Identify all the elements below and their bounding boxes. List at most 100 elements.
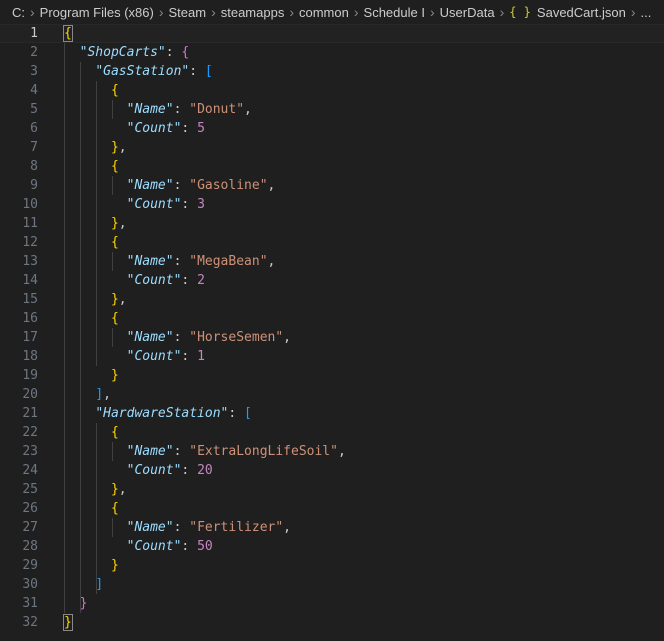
line-number: 19 bbox=[22, 368, 38, 383]
code-text[interactable]: "Name": "HorseSemen", bbox=[64, 328, 291, 347]
code-text[interactable]: "Name": "Gasoline", bbox=[64, 176, 276, 195]
code-text[interactable]: { bbox=[64, 233, 119, 252]
json-number: 50 bbox=[197, 539, 213, 554]
code-text[interactable]: "Count": 5 bbox=[64, 119, 205, 138]
code-line[interactable]: 29 } bbox=[0, 556, 664, 575]
code-text[interactable]: } bbox=[64, 556, 119, 575]
code-text[interactable]: "Name": "ExtraLongLifeSoil", bbox=[64, 442, 346, 461]
code-text[interactable]: }, bbox=[64, 214, 127, 233]
line-number: 23 bbox=[22, 444, 38, 459]
code-line[interactable]: 24 "Count": 20 bbox=[0, 461, 664, 480]
code-text[interactable]: "Name": "Fertilizer", bbox=[64, 518, 291, 537]
breadcrumb-userdata[interactable]: UserData bbox=[440, 5, 495, 20]
json-key: "Count" bbox=[126, 349, 182, 364]
code-line[interactable]: 6 "Count": 5 bbox=[0, 119, 664, 138]
code-line[interactable]: 9 "Name": "Gasoline", bbox=[0, 176, 664, 195]
code-line[interactable]: 26 { bbox=[0, 499, 664, 518]
line-number: 8 bbox=[30, 159, 38, 174]
json-string: "Fertilizer" bbox=[189, 520, 284, 535]
code-text[interactable]: } bbox=[64, 594, 88, 613]
code-text[interactable]: "Count": 20 bbox=[64, 461, 213, 480]
breadcrumb-program-files[interactable]: Program Files (x86) bbox=[40, 5, 154, 20]
code-line[interactable]: 20 ], bbox=[0, 385, 664, 404]
code-text[interactable]: }, bbox=[64, 480, 127, 499]
bracket-close: } bbox=[110, 368, 119, 383]
code-text[interactable]: "GasStation": [ bbox=[64, 62, 213, 81]
code-line[interactable]: 18 "Count": 1 bbox=[0, 347, 664, 366]
code-line[interactable]: 11 }, bbox=[0, 214, 664, 233]
breadcrumb-ellipsis[interactable]: ... bbox=[640, 5, 651, 20]
breadcrumb-steamapps[interactable]: steamapps bbox=[221, 5, 285, 20]
code-line[interactable]: 8 { bbox=[0, 157, 664, 176]
code-line[interactable]: 22 { bbox=[0, 423, 664, 442]
code-text[interactable]: } bbox=[64, 366, 119, 385]
code-text[interactable]: }, bbox=[64, 290, 127, 309]
code-text[interactable]: "Count": 1 bbox=[64, 347, 205, 366]
code-line[interactable]: 7 }, bbox=[0, 138, 664, 157]
line-number: 16 bbox=[22, 311, 38, 326]
code-text[interactable]: { bbox=[64, 81, 119, 100]
code-text[interactable]: { bbox=[64, 423, 119, 442]
code-line[interactable]: 15 }, bbox=[0, 290, 664, 309]
code-line[interactable]: 3 "GasStation": [ bbox=[0, 62, 664, 81]
code-text[interactable]: ], bbox=[64, 385, 111, 404]
code-text[interactable]: "HardwareStation": [ bbox=[64, 404, 252, 423]
breadcrumb-steam[interactable]: Steam bbox=[168, 5, 206, 20]
breadcrumb-common[interactable]: common bbox=[299, 5, 349, 20]
code-line[interactable]: 14 "Count": 2 bbox=[0, 271, 664, 290]
code-line[interactable]: 4 { bbox=[0, 81, 664, 100]
code-line[interactable]: 23 "Name": "ExtraLongLifeSoil", bbox=[0, 442, 664, 461]
code-line[interactable]: 19 } bbox=[0, 366, 664, 385]
code-line[interactable]: 2 "ShopCarts": { bbox=[0, 43, 664, 62]
json-key: "Name" bbox=[126, 254, 174, 269]
line-number: 32 bbox=[22, 615, 38, 630]
line-number: 7 bbox=[30, 140, 38, 155]
code-text[interactable]: { bbox=[64, 499, 119, 518]
line-number: 27 bbox=[22, 520, 38, 535]
breadcrumb: C: › Program Files (x86) › Steam › steam… bbox=[0, 0, 664, 24]
code-line[interactable]: 17 "Name": "HorseSemen", bbox=[0, 328, 664, 347]
bracket-open: { bbox=[110, 235, 119, 250]
breadcrumb-schedule[interactable]: Schedule I bbox=[364, 5, 425, 20]
code-line[interactable]: 21 "HardwareStation": [ bbox=[0, 404, 664, 423]
code-text[interactable]: }, bbox=[64, 138, 127, 157]
code-line[interactable]: 31 } bbox=[0, 594, 664, 613]
line-number: 6 bbox=[30, 121, 38, 136]
json-key: "Count" bbox=[126, 197, 182, 212]
code-line[interactable]: 12 { bbox=[0, 233, 664, 252]
code-line[interactable]: 13 "Name": "MegaBean", bbox=[0, 252, 664, 271]
line-number: 24 bbox=[22, 463, 38, 478]
bracket-open: [ bbox=[204, 64, 213, 79]
code-text[interactable]: ] bbox=[64, 575, 103, 594]
code-line[interactable]: 5 "Name": "Donut", bbox=[0, 100, 664, 119]
code-text[interactable]: { bbox=[63, 24, 73, 43]
breadcrumb-file[interactable]: SavedCart.json bbox=[537, 5, 626, 20]
code-text[interactable]: "Name": "Donut", bbox=[64, 100, 252, 119]
code-line[interactable]: 25 }, bbox=[0, 480, 664, 499]
code-text[interactable]: } bbox=[63, 613, 73, 632]
breadcrumb-drive[interactable]: C: bbox=[12, 5, 25, 20]
code-line[interactable]: 16 { bbox=[0, 309, 664, 328]
code-text[interactable]: "ShopCarts": { bbox=[64, 43, 190, 62]
code-text[interactable]: { bbox=[64, 157, 119, 176]
bracket-open: { bbox=[63, 25, 73, 42]
bracket-open: { bbox=[110, 311, 119, 326]
bracket-close: } bbox=[110, 482, 119, 497]
code-line[interactable]: 1 { bbox=[0, 24, 664, 43]
code-text[interactable]: "Count": 2 bbox=[64, 271, 205, 290]
code-line[interactable]: 10 "Count": 3 bbox=[0, 195, 664, 214]
code-text[interactable]: { bbox=[64, 309, 119, 328]
json-key: "Name" bbox=[126, 330, 174, 345]
code-line[interactable]: 30 ] bbox=[0, 575, 664, 594]
code-editor[interactable]: 1 { 2 "ShopCarts": { 3 "GasStation": [ 4… bbox=[0, 24, 664, 641]
line-number: 14 bbox=[22, 273, 38, 288]
code-text[interactable]: "Count": 50 bbox=[64, 537, 213, 556]
code-text[interactable]: "Name": "MegaBean", bbox=[64, 252, 276, 271]
line-number: 15 bbox=[22, 292, 38, 307]
line-number: 26 bbox=[22, 501, 38, 516]
code-line[interactable]: 27 "Name": "Fertilizer", bbox=[0, 518, 664, 537]
line-number: 25 bbox=[22, 482, 38, 497]
code-line[interactable]: 28 "Count": 50 bbox=[0, 537, 664, 556]
code-text[interactable]: "Count": 3 bbox=[64, 195, 205, 214]
code-line[interactable]: 32 } bbox=[0, 613, 664, 632]
